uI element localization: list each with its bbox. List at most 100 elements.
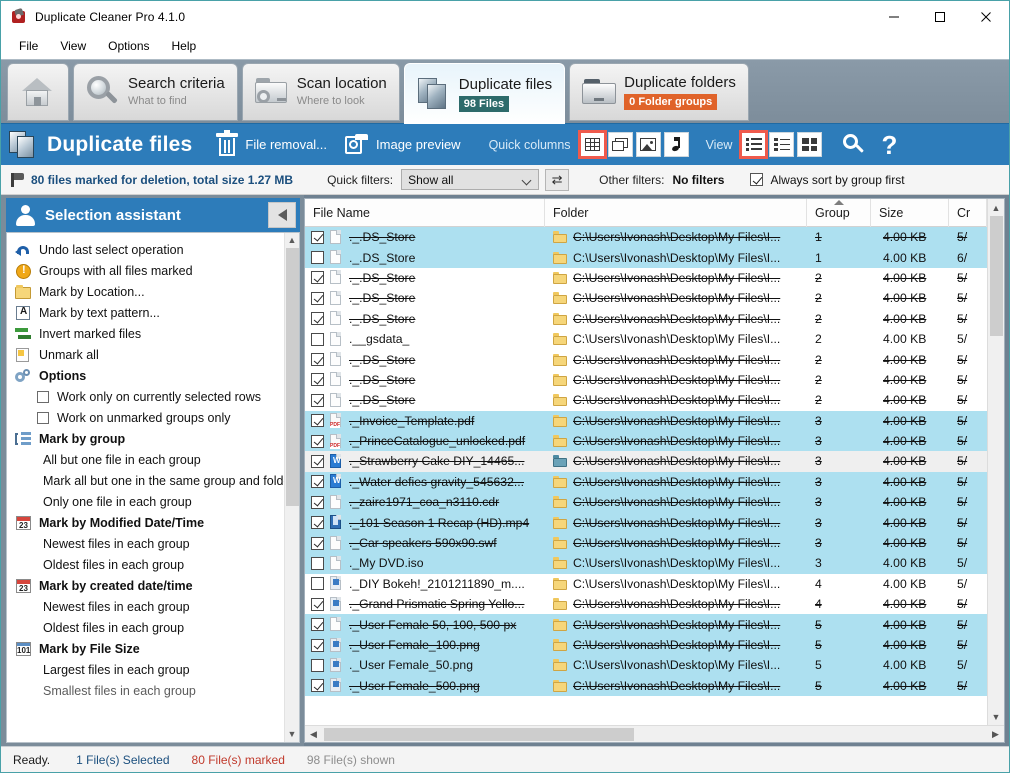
- minimize-button[interactable]: [871, 2, 917, 33]
- image-columns-icon[interactable]: [635, 132, 661, 157]
- scrollbar-thumb[interactable]: [285, 248, 299, 506]
- row-mark-checkbox[interactable]: [311, 393, 324, 407]
- table-row[interactable]: ._.DS_Store C:\Users\Ivonash\Desktop\My F…: [305, 390, 987, 411]
- column-header-folder[interactable]: Folder: [545, 199, 807, 227]
- row-mark-checkbox[interactable]: [311, 230, 324, 244]
- table-row[interactable]: ._zaire1971_coa_n3110.cdr C:\Users\Ivonas…: [305, 492, 987, 513]
- table-row[interactable]: ._.DS_Store C:\Users\Ivonash\Desktop\My F…: [305, 227, 987, 248]
- grid-vertical-scrollbar[interactable]: ▲ ▼: [987, 199, 1004, 725]
- table-row[interactable]: ._User Female_100.png C:\Users\Ivonash\De…: [305, 634, 987, 656]
- row-mark-checkbox[interactable]: [311, 679, 324, 693]
- table-row[interactable]: ._Grand Prismatic Spring Yello... C:\User…: [305, 594, 987, 615]
- checkbox-box[interactable]: [37, 411, 49, 424]
- sidebar-item-unmark-all[interactable]: Unmark all: [7, 344, 284, 365]
- table-row[interactable]: ._.DS_Store C:\Users\Ivonash\Desktop\My F…: [305, 267, 987, 289]
- sort-by-group-checkbox[interactable]: [750, 173, 764, 186]
- row-mark-checkbox[interactable]: [311, 475, 324, 489]
- table-row[interactable]: ._.DS_Store C:\Users\Ivonash\Desktop\My F…: [305, 288, 987, 309]
- maximize-button[interactable]: [917, 2, 963, 33]
- table-row[interactable]: W ._Strawberry Cake DIY_14465... C:\Users\…: [305, 451, 987, 472]
- scroll-left-icon[interactable]: ◀: [305, 726, 322, 743]
- image-preview-button[interactable]: Image preview: [345, 133, 461, 156]
- sidebar-item-only-one-in-group[interactable]: Only one file in each group: [7, 491, 284, 512]
- row-mark-checkbox[interactable]: [311, 597, 324, 611]
- scroll-right-icon[interactable]: ▶: [987, 726, 1004, 743]
- table-row[interactable]: ._My DVD.iso C:\Users\Ivonash\Desktop\My …: [305, 553, 987, 574]
- sidebar-item-largest-in-group[interactable]: Largest files in each group: [7, 659, 284, 680]
- audio-columns-icon[interactable]: [663, 132, 689, 157]
- list-view-icon[interactable]: [739, 130, 769, 159]
- table-row[interactable]: ._.DS_Store C:\Users\Ivonash\Desktop\My F…: [305, 247, 987, 268]
- table-row[interactable]: ._101 Season 1 Recap (HD).mp4 C:\Users\Iv…: [305, 512, 987, 533]
- row-mark-checkbox[interactable]: [311, 495, 324, 509]
- scrollbar-thumb[interactable]: [989, 216, 1003, 336]
- table-row[interactable]: PDF ._PrinceCatalogue_unlocked.pdf C:\User…: [305, 430, 987, 452]
- scroll-up-icon[interactable]: ▲: [988, 199, 1005, 216]
- column-header-created[interactable]: Cr: [949, 199, 987, 227]
- row-mark-checkbox[interactable]: [311, 332, 324, 346]
- grid-horizontal-scrollbar[interactable]: ◀ ▶: [305, 725, 1004, 742]
- table-row[interactable]: ._.DS_Store C:\Users\Ivonash\Desktop\My F…: [305, 349, 987, 370]
- row-mark-checkbox[interactable]: [311, 454, 324, 468]
- row-mark-checkbox[interactable]: [311, 658, 324, 672]
- scrollbar-thumb[interactable]: [324, 727, 634, 741]
- sidebar-item-created-oldest[interactable]: Oldest files in each group: [7, 617, 284, 638]
- tab-duplicate-files[interactable]: Duplicate files 98 Files: [403, 63, 566, 124]
- tab-duplicate-folders[interactable]: Duplicate folders 0 Folder groups: [569, 63, 749, 121]
- sidebar-checkbox-selected-rows[interactable]: Work only on currently selected rows: [7, 386, 284, 407]
- refresh-button[interactable]: ⇄: [545, 168, 570, 191]
- file-removal-button[interactable]: File removal...: [216, 129, 327, 157]
- row-mark-checkbox[interactable]: [311, 516, 324, 530]
- menu-item-options[interactable]: Options: [98, 36, 159, 56]
- sidebar-item-mark-by-location[interactable]: Mark by Location...: [7, 281, 284, 302]
- sidebar-item-modified-newest[interactable]: Newest files in each group: [7, 533, 284, 554]
- row-mark-checkbox[interactable]: [311, 373, 324, 387]
- search-icon[interactable]: [843, 133, 865, 156]
- table-row[interactable]: ._Car speakers 590x90.swf C:\Users\Ivonas…: [305, 532, 987, 554]
- sort-by-group-label[interactable]: Always sort by group first: [770, 173, 904, 187]
- row-mark-checkbox[interactable]: [311, 556, 324, 570]
- table-row[interactable]: ._DIY Bokeh!_2101211890_m.... C:\Users\Iv…: [305, 573, 987, 595]
- menu-item-view[interactable]: View: [50, 36, 96, 56]
- tab-scan-location[interactable]: Scan location Where to look: [241, 63, 400, 121]
- scroll-up-icon[interactable]: ▲: [288, 233, 297, 248]
- row-mark-checkbox[interactable]: [311, 638, 324, 652]
- table-row[interactable]: ._User Female 50, 100, 500 px C:\Users\Iv…: [305, 614, 987, 635]
- sidebar-item-groups-all-marked[interactable]: Groups with all files marked: [7, 260, 284, 281]
- sidebar-item-smallest-in-group[interactable]: Smallest files in each group: [7, 680, 284, 701]
- scroll-down-icon[interactable]: ▼: [988, 708, 1005, 725]
- sidebar-checkbox-unmarked-groups[interactable]: Work on unmarked groups only: [7, 407, 284, 428]
- table-row[interactable]: ._User Female_50.png C:\Users\Ivonash\Des…: [305, 655, 987, 676]
- sidebar-item-invert-marked-files[interactable]: Invert marked files: [7, 323, 284, 344]
- sidebar-item-undo-last-select[interactable]: Undo last select operation: [7, 239, 284, 260]
- scrollbar-track[interactable]: [988, 216, 1005, 708]
- row-mark-checkbox[interactable]: [311, 434, 324, 448]
- table-row[interactable]: PDF ._Invoice_Template.pdf C:\Users\Ivonas…: [305, 410, 987, 431]
- table-row[interactable]: ._.DS_Store C:\Users\Ivonash\Desktop\My F…: [305, 308, 987, 329]
- detail-view-icon[interactable]: [769, 132, 795, 157]
- row-mark-checkbox[interactable]: [311, 271, 324, 285]
- tab-search-criteria[interactable]: Search criteria What to find: [73, 63, 238, 121]
- sidebar-item-mark-by-text-pattern[interactable]: Mark by text pattern...: [7, 302, 284, 323]
- thumbnail-view-icon[interactable]: [797, 132, 823, 157]
- sidebar-item-modified-oldest[interactable]: Oldest files in each group: [7, 554, 284, 575]
- collapse-left-icon[interactable]: [268, 202, 296, 228]
- menu-item-help[interactable]: Help: [162, 36, 207, 56]
- column-header-group[interactable]: Group: [807, 199, 871, 227]
- column-header-file-name[interactable]: File Name: [305, 199, 545, 227]
- column-header-size[interactable]: Size: [871, 199, 949, 227]
- row-mark-checkbox[interactable]: [311, 577, 324, 591]
- row-mark-checkbox[interactable]: [311, 414, 324, 428]
- close-button[interactable]: [963, 2, 1009, 33]
- sidebar-item-created-newest[interactable]: Newest files in each group: [7, 596, 284, 617]
- sidebar-item-all-but-one-same-group-folder[interactable]: Mark all but one in the same group and f…: [7, 470, 284, 491]
- row-mark-checkbox[interactable]: [311, 251, 324, 265]
- other-filters-value[interactable]: No filters: [672, 173, 724, 187]
- tab-home[interactable]: [7, 63, 69, 121]
- table-row[interactable]: ._.DS_Store C:\Users\Ivonash\Desktop\My F…: [305, 369, 987, 391]
- row-mark-checkbox[interactable]: [311, 536, 324, 550]
- scroll-down-icon[interactable]: ▼: [288, 727, 297, 742]
- quick-filters-select[interactable]: Show all: [401, 169, 540, 190]
- row-mark-checkbox[interactable]: [311, 353, 324, 367]
- window-columns-icon[interactable]: [607, 132, 633, 157]
